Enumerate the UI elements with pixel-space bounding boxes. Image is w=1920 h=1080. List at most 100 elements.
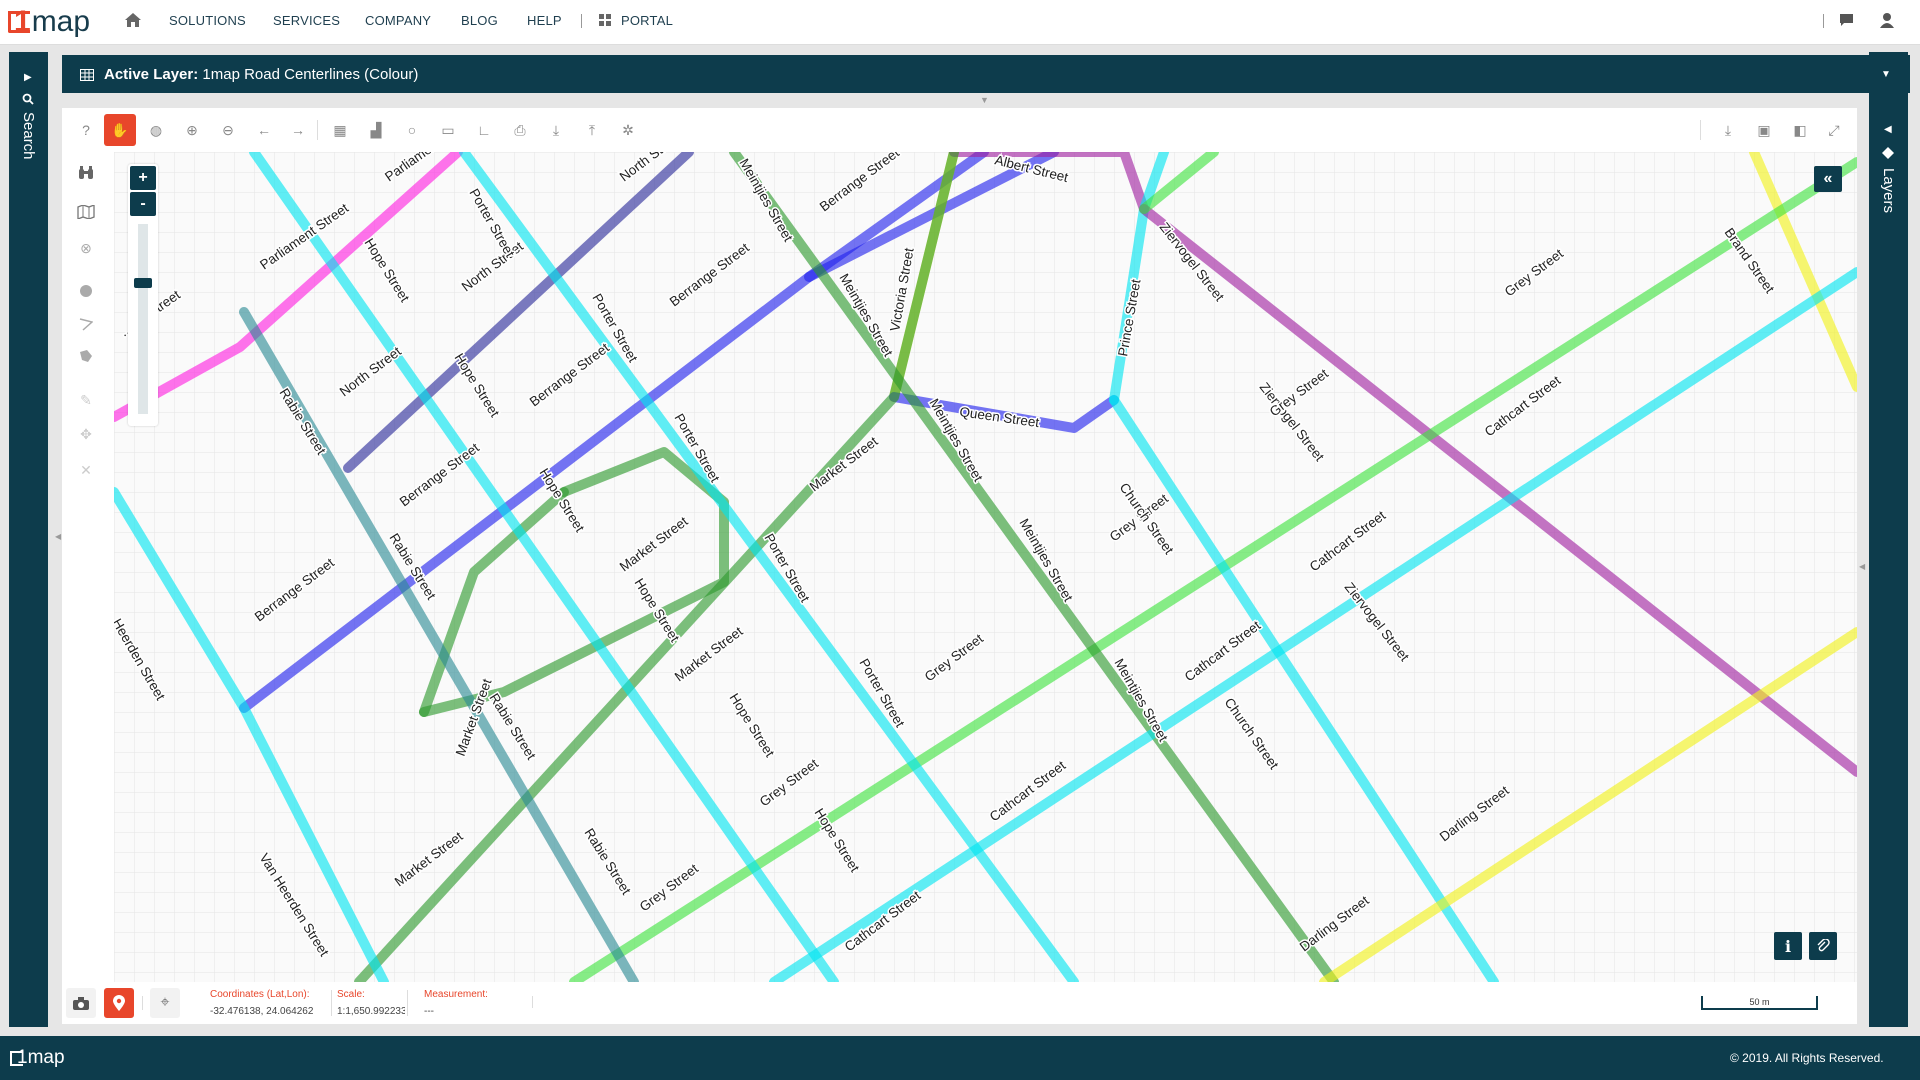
move-icon[interactable]: ✥: [72, 420, 100, 448]
draw-circle-icon[interactable]: [72, 277, 100, 305]
print-button[interactable]: ⎙: [504, 114, 536, 146]
layers-icon: [1881, 146, 1895, 165]
back-button[interactable]: ←: [248, 114, 280, 146]
zoom-slider-handle[interactable]: [134, 278, 152, 288]
toolbar-divider: [1700, 120, 1701, 140]
upload-button[interactable]: ⤒: [576, 114, 608, 146]
brand-logo[interactable]: 1 map: [8, 6, 90, 38]
active-layer-prefix: Active Layer:: [104, 66, 199, 83]
map-toolbar: ? ✋ ◍ ⊕ ⊖ ← → ▦ ▟ ○ ▭ ∟ ⎙ ⤓ ⤒ ✲ ⤓ ▣ ◧ ⤢: [62, 108, 1857, 152]
status-divider: [142, 996, 143, 1010]
ruler-button[interactable]: ▭: [432, 114, 464, 146]
measurement-label: Measurement:: [424, 989, 488, 1000]
zoom-in-icon: ⊕: [186, 121, 198, 138]
zoom-out-icon: ⊖: [222, 121, 234, 138]
binoculars-icon[interactable]: [72, 159, 100, 187]
download-icon: ⤓: [1724, 121, 1732, 138]
user-icon[interactable]: [1880, 12, 1894, 33]
zoom-in-button[interactable]: +: [130, 166, 156, 190]
expand-left-icon: ◀: [1884, 124, 1892, 135]
download-button[interactable]: ⤓: [540, 114, 572, 146]
crosshair-button[interactable]: ⌖: [150, 988, 180, 1018]
map-pin-icon: [113, 995, 125, 1011]
nav-divider-right: [1823, 14, 1824, 28]
map-icon[interactable]: [72, 198, 100, 226]
download-button-right[interactable]: ⤓: [1712, 114, 1744, 146]
camera-icon: [73, 996, 89, 1010]
home-icon[interactable]: [124, 12, 142, 33]
scale-bar: 50 m: [1701, 996, 1818, 1010]
globe-icon: ◍: [149, 121, 163, 138]
fullscreen-icon: ⤢: [1828, 121, 1840, 138]
portal-grid-icon: [599, 14, 612, 32]
zoom-control: + -: [128, 164, 158, 426]
draw-tools-panel: ⊗ ✎ ✥ ✕: [62, 152, 114, 982]
logo-text: map: [31, 5, 91, 38]
fullscreen-button-right[interactable]: ⤢: [1818, 114, 1850, 146]
draw-line-icon[interactable]: [72, 310, 100, 338]
logo-mark-icon: [8, 11, 30, 33]
zoom-out-button[interactable]: ⊖: [212, 114, 244, 146]
info-button[interactable]: i: [1774, 932, 1802, 960]
scale-label: Scale:: [337, 989, 365, 1000]
status-divider: [331, 990, 332, 1016]
zoom-slider-track[interactable]: [138, 224, 148, 414]
crosshair-icon: ⌖: [160, 994, 170, 1011]
location-pin-button[interactable]: [104, 988, 134, 1018]
footer-logo-number: 1: [17, 1047, 28, 1068]
nav-portal[interactable]: PORTAL: [621, 13, 673, 28]
pan-icon: ✋: [111, 121, 129, 138]
collapse-bar-handle-icon[interactable]: ▼: [980, 95, 989, 105]
expand-right-icon: ▶: [24, 72, 32, 83]
image-export-button-right[interactable]: ▣: [1748, 114, 1780, 146]
globe-button[interactable]: ◍: [140, 114, 172, 146]
delete-x-icon[interactable]: ✕: [72, 456, 100, 484]
map-canvas[interactable]: Parliament StreetParliament Street...ent…: [114, 152, 1857, 982]
top-navbar: 1 map SOLUTIONS SERVICES COMPANY BLOG HE…: [0, 0, 1920, 45]
chat-icon[interactable]: [1839, 13, 1854, 32]
footer: 1 map © 2019. All Rights Reserved.: [0, 1036, 1920, 1080]
status-bar: ⌖ Coordinates (Lat,Lon): -32.476138, 24.…: [62, 982, 1857, 1024]
toolbar-divider: [317, 120, 318, 140]
settings-button[interactable]: ✲: [612, 114, 644, 146]
ruler-icon: ▭: [441, 121, 455, 138]
circle-button[interactable]: ○: [396, 114, 428, 146]
layers-panel-toggle[interactable]: ◀ Layers: [1869, 52, 1908, 1027]
attach-button[interactable]: [1809, 932, 1837, 960]
angle-button[interactable]: ∟: [468, 114, 500, 146]
upload-icon: ⤒: [588, 121, 596, 138]
help-button[interactable]: ?: [70, 114, 102, 146]
dropdown-chevron-icon[interactable]: ▼: [1881, 69, 1891, 80]
nav-solutions[interactable]: SOLUTIONS: [169, 13, 246, 28]
coords-label: Coordinates (Lat,Lon):: [210, 989, 310, 1000]
image-export-icon: ▣: [1757, 121, 1771, 138]
nav-divider: [581, 14, 582, 28]
active-layer-title: Active Layer: 1map Road Centerlines (Col…: [104, 66, 418, 83]
nav-services[interactable]: SERVICES: [273, 13, 340, 28]
screenshot-button[interactable]: [66, 988, 96, 1018]
split-view-button-right[interactable]: ◧: [1784, 114, 1816, 146]
pan-button[interactable]: ✋: [104, 114, 136, 146]
print-icon: ⎙: [514, 121, 526, 138]
right-collapse-handle-icon[interactable]: ◀: [1859, 562, 1865, 571]
clear-circle-icon[interactable]: ⊗: [72, 234, 100, 262]
nav-blog[interactable]: BLOG: [461, 13, 498, 28]
collapse-panel-button[interactable]: «: [1814, 166, 1842, 192]
left-collapse-handle-icon[interactable]: ◀: [55, 532, 61, 541]
nav-company[interactable]: COMPANY: [365, 13, 431, 28]
forward-icon: →: [291, 122, 305, 138]
chart-button[interactable]: ▟: [360, 114, 392, 146]
forward-button[interactable]: →: [282, 114, 314, 146]
measurement-value: ---: [424, 1006, 434, 1017]
search-panel-label: Search: [20, 112, 37, 160]
zoom-in-button[interactable]: ⊕: [176, 114, 208, 146]
search-panel-toggle[interactable]: ▶ Search: [9, 52, 48, 1027]
edit-pencil-icon[interactable]: ✎: [72, 386, 100, 414]
active-layer-bar[interactable]: Active Layer: 1map Road Centerlines (Col…: [62, 55, 1910, 93]
angle-icon: ∟: [477, 122, 491, 138]
zoom-out-button[interactable]: -: [130, 192, 156, 216]
nav-help[interactable]: HELP: [527, 13, 562, 28]
paperclip-icon: [1817, 939, 1830, 952]
table-button[interactable]: ▦: [324, 114, 356, 146]
draw-polygon-icon[interactable]: [72, 342, 100, 370]
